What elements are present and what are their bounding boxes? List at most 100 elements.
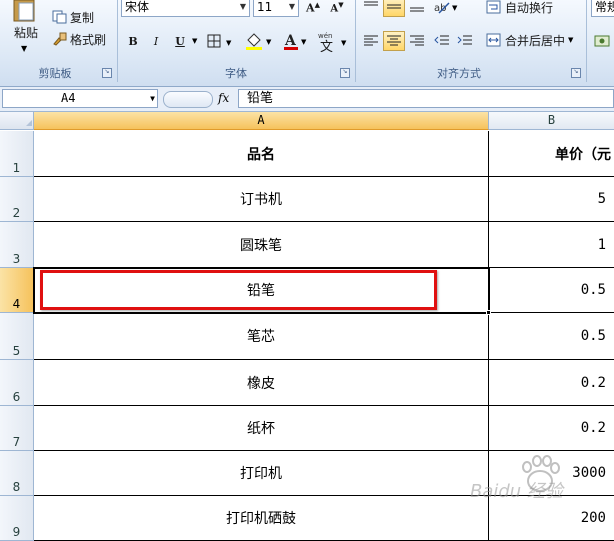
chevron-down-icon[interactable]: ▼	[192, 37, 197, 45]
cell-b5[interactable]: 0.5	[489, 313, 614, 360]
select-all-button[interactable]	[0, 112, 34, 130]
align-center-button[interactable]	[383, 31, 405, 51]
svg-text:▼: ▼	[301, 38, 307, 46]
currency-button[interactable]	[592, 31, 614, 51]
format-painter-label: 格式刷	[70, 32, 107, 47]
column-header-b[interactable]: B	[489, 112, 614, 130]
cell-b3[interactable]: 1	[489, 222, 614, 268]
svg-text:▼: ▼	[266, 38, 272, 46]
cell-a7[interactable]: 纸杯	[34, 406, 489, 451]
row-header-6[interactable]: 6	[0, 360, 34, 406]
font-group-label: 字体	[225, 67, 247, 80]
cell-b7[interactable]: 0.2	[489, 406, 614, 451]
svg-text:▼: ▼	[452, 4, 458, 12]
cell-ref: A4	[61, 91, 76, 105]
paste-label: 粘贴	[14, 26, 39, 40]
align-top-button[interactable]	[360, 0, 382, 17]
orientation-button[interactable]: ab ▼	[432, 0, 462, 17]
increase-indent-icon	[457, 35, 472, 45]
bold-button[interactable]: B	[123, 31, 143, 51]
cell-b6[interactable]: 0.2	[489, 360, 614, 406]
shrink-font-icon: A▼	[330, 0, 344, 15]
watermark: Baidu 经验	[470, 455, 610, 515]
number-format-select[interactable]: 常规	[591, 0, 614, 17]
merge-center-button[interactable]: 合并后居中 ▼	[486, 31, 582, 49]
row-header-3[interactable]: 3	[0, 222, 34, 268]
svg-text:wén: wén	[318, 32, 332, 40]
copy-icon	[52, 10, 67, 24]
row-header-5[interactable]: 5	[0, 313, 34, 360]
chevron-down-icon: ▼	[21, 44, 28, 53]
cell-a3[interactable]: 圆珠笔	[34, 222, 489, 268]
borders-button[interactable]: ▼	[204, 31, 238, 51]
align-bottom-button[interactable]	[406, 0, 428, 17]
row-header-4[interactable]: 4	[0, 268, 34, 313]
cell-a8[interactable]: 打印机	[34, 451, 489, 496]
decrease-indent-button[interactable]	[431, 31, 453, 51]
grow-font-button[interactable]: A▲	[302, 0, 324, 17]
alignment-launcher-icon[interactable]: ↘	[571, 68, 581, 78]
cell-a4[interactable]: 铅笔	[34, 268, 489, 313]
formula-input[interactable]: 铅笔	[238, 89, 614, 108]
align-left-button[interactable]	[360, 31, 382, 51]
merge-cells-icon	[486, 33, 501, 47]
cell-b1[interactable]: 单价（元	[489, 131, 614, 177]
wrap-text-label: 自动换行	[505, 0, 554, 15]
name-box[interactable]: A4 ▼	[2, 89, 158, 108]
clipboard-launcher-icon[interactable]: ↘	[102, 68, 112, 78]
underline-label: U	[175, 34, 185, 48]
number-format-value: 常规	[595, 0, 614, 14]
alignment-group-label: 对齐方式	[437, 67, 481, 80]
underline-button[interactable]: U	[169, 31, 191, 51]
phonetic-button[interactable]: wén 文 ▼	[314, 28, 348, 54]
font-color-button[interactable]: A ▼	[282, 31, 310, 51]
italic-button[interactable]: I	[146, 31, 166, 51]
orientation-icon: ab ▼	[434, 2, 458, 14]
fill-bucket-icon: ▼	[246, 33, 272, 50]
increase-indent-button[interactable]	[454, 31, 476, 51]
row-header-1[interactable]: 1	[0, 131, 34, 177]
currency-icon	[594, 35, 610, 47]
align-bottom-icon	[410, 7, 424, 12]
formula-content: 铅笔	[247, 91, 274, 106]
align-middle-button[interactable]	[383, 0, 405, 17]
row-header-2[interactable]: 2	[0, 177, 34, 222]
cell-a5[interactable]: 笔芯	[34, 313, 489, 360]
column-header-a[interactable]: A	[34, 112, 489, 130]
font-name-select[interactable]: 宋体 ▼	[121, 0, 250, 17]
cell-a1[interactable]: 品名	[34, 131, 489, 177]
fx-icon: fx	[218, 91, 230, 105]
row-header-8[interactable]: 8	[0, 451, 34, 496]
wrap-text-button[interactable]: 自动换行	[486, 0, 566, 16]
fill-color-button[interactable]: ▼	[243, 31, 279, 51]
copy-button[interactable]: 复制	[52, 8, 114, 26]
chevron-down-icon: ▼	[239, 2, 247, 11]
shrink-font-button[interactable]: A▼	[326, 0, 348, 17]
format-painter-button[interactable]: 格式刷	[52, 30, 114, 48]
paste-button[interactable]: 粘贴 ▼	[2, 0, 48, 62]
svg-text:▼: ▼	[341, 39, 347, 47]
fill-handle[interactable]	[486, 310, 491, 315]
row-header-7[interactable]: 7	[0, 406, 34, 451]
cell-a6[interactable]: 橡皮	[34, 360, 489, 406]
font-size-select[interactable]: 11 ▼	[253, 0, 299, 17]
cell-b4[interactable]: 0.5	[489, 268, 614, 313]
formula-bar: A4 ▼ fx 铅笔	[0, 87, 614, 112]
paste-icon	[13, 0, 35, 22]
align-right-button[interactable]	[406, 31, 428, 51]
cell-b2[interactable]: 5	[489, 177, 614, 222]
brush-icon	[53, 32, 67, 46]
chevron-down-icon: ▼	[568, 36, 574, 44]
font-launcher-icon[interactable]: ↘	[340, 68, 350, 78]
align-right-icon	[410, 35, 424, 46]
insert-function-button[interactable]: fx	[218, 89, 236, 108]
formula-bar-splitter[interactable]	[163, 91, 213, 108]
ribbon: 粘贴 ▼ 复制 格式刷 剪贴板 ↘ 宋体 ▼ 11 ▼ A▲ A▼ B I U …	[0, 0, 614, 87]
chevron-down-icon[interactable]: ▼	[150, 90, 155, 107]
svg-text:A: A	[284, 33, 297, 49]
font-name-value: 宋体	[125, 0, 150, 14]
select-all-icon	[26, 120, 32, 126]
font-size-value: 11	[257, 0, 273, 14]
align-center-icon	[387, 35, 401, 46]
cell-a2[interactable]: 订书机	[34, 177, 489, 222]
